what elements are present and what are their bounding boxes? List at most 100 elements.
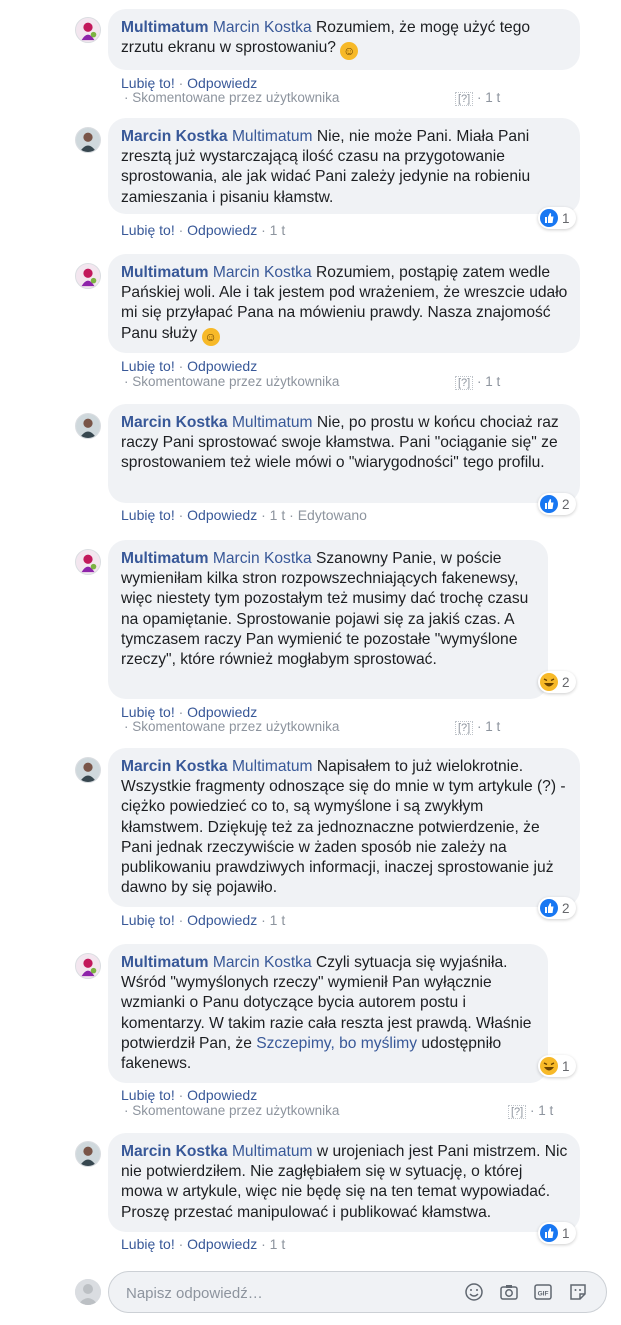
- help-qmark[interactable]: [?]: [455, 92, 474, 106]
- comment-mention[interactable]: Marcin Kostka: [213, 264, 312, 281]
- comment-time[interactable]: 1 t: [485, 374, 500, 389]
- avatar-marcin-kostka[interactable]: [75, 757, 101, 783]
- avatar-multimatum[interactable]: [75, 953, 101, 979]
- comment-actions: Lubię to! · Odpowiedz: [121, 704, 258, 720]
- comment-mention[interactable]: Multimatum: [232, 414, 313, 431]
- comment-mention[interactable]: Multimatum: [232, 1143, 313, 1160]
- reply-link[interactable]: Odpowiedz: [187, 704, 257, 720]
- like-link[interactable]: Lubię to!: [121, 75, 175, 91]
- commented-by-line: · Skomentowane przez użytkownika [?] · 1…: [124, 90, 501, 106]
- comment-time[interactable]: 1 t: [538, 1103, 553, 1118]
- comment-mention[interactable]: Multimatum: [232, 128, 313, 145]
- comment-actions: Lubię to! · Odpowiedz · 1 t: [121, 222, 286, 238]
- like-link[interactable]: Lubię to!: [121, 222, 175, 238]
- comment-bubble: Multimatum Marcin Kostka Czyli sytuacja …: [108, 944, 548, 1083]
- reaction-badge[interactable]: 2: [538, 897, 576, 919]
- avatar-multimatum[interactable]: [75, 549, 101, 575]
- comment-actions: Lubię to! · Odpowiedz · 1 t: [121, 1236, 286, 1252]
- help-qmark[interactable]: [?]: [455, 376, 474, 390]
- smiling-face-emoji-icon: ☺: [340, 42, 359, 61]
- like-reaction-icon: [540, 1224, 558, 1242]
- comment-author[interactable]: Multimatum: [121, 550, 209, 567]
- help-qmark[interactable]: [?]: [508, 1105, 527, 1119]
- reply-link[interactable]: Odpowiedz: [187, 507, 257, 523]
- commented-by-text[interactable]: · Skomentowane przez użytkownika: [124, 374, 339, 389]
- like-link[interactable]: Lubię to!: [121, 1236, 175, 1252]
- commented-by-text[interactable]: · Skomentowane przez użytkownika: [124, 90, 339, 105]
- comment-author[interactable]: Marcin Kostka: [121, 128, 228, 145]
- reply-link[interactable]: Odpowiedz: [187, 1236, 257, 1252]
- like-link[interactable]: Lubię to!: [121, 912, 175, 928]
- haha-reaction-icon: [540, 1057, 558, 1075]
- reaction-count: 1: [562, 210, 570, 226]
- emoji-icon[interactable]: [464, 1282, 484, 1302]
- like-link[interactable]: Lubię to!: [121, 1087, 175, 1103]
- reply-link[interactable]: Odpowiedz: [187, 222, 257, 238]
- avatar-multimatum[interactable]: [75, 263, 101, 289]
- like-link[interactable]: Lubię to!: [121, 507, 175, 523]
- reaction-count: 1: [562, 1058, 570, 1074]
- comment-bubble: Marcin Kostka Multimatum Napisałem to ju…: [108, 748, 580, 907]
- gif-icon[interactable]: GIF: [533, 1282, 553, 1302]
- help-qmark[interactable]: [?]: [455, 721, 474, 735]
- reaction-badge[interactable]: 2: [538, 671, 576, 693]
- comment-time[interactable]: 1 t: [270, 222, 286, 238]
- reply-link[interactable]: Odpowiedz: [187, 912, 257, 928]
- comment-bubble: Marcin Kostka Multimatum Nie, nie może P…: [108, 118, 580, 214]
- comment-mention[interactable]: Multimatum: [232, 758, 313, 775]
- edited-label[interactable]: Edytowano: [298, 507, 367, 523]
- comment-author[interactable]: Marcin Kostka: [121, 1143, 228, 1160]
- comment-author[interactable]: Multimatum: [121, 19, 209, 36]
- comment-actions: Lubię to! · Odpowiedz · 1 t: [121, 912, 286, 928]
- reaction-badge[interactable]: 1: [538, 1222, 576, 1244]
- comment-bubble: Multimatum Marcin Kostka Szanowny Panie,…: [108, 540, 548, 699]
- avatar-marcin-kostka[interactable]: [75, 127, 101, 153]
- comment-bubble: Marcin Kostka Multimatum w urojeniach je…: [108, 1133, 580, 1232]
- comment-text: Szanowny Panie, w poście wymieniłam kilk…: [121, 550, 529, 669]
- comment-author[interactable]: Multimatum: [121, 954, 209, 971]
- comment-actions: Lubię to! · Odpowiedz: [121, 75, 258, 91]
- commented-by-line: · Skomentowane przez użytkownika [?] · 1…: [124, 1103, 554, 1119]
- commented-by-text[interactable]: · Skomentowane przez użytkownika: [124, 1103, 339, 1118]
- like-reaction-icon: [540, 899, 558, 917]
- commented-by-text[interactable]: · Skomentowane przez użytkownika: [124, 719, 339, 734]
- like-link[interactable]: Lubię to!: [121, 358, 175, 374]
- like-reaction-icon: [540, 495, 558, 513]
- reply-link[interactable]: Odpowiedz: [187, 75, 257, 91]
- reply-link[interactable]: Odpowiedz: [187, 1087, 257, 1103]
- camera-icon[interactable]: [499, 1282, 519, 1302]
- comment-bubble: Multimatum Marcin Kostka Rozumiem, że mo…: [108, 9, 580, 70]
- like-link[interactable]: Lubię to!: [121, 704, 175, 720]
- comment-author[interactable]: Marcin Kostka: [121, 414, 228, 431]
- commented-by-line: · Skomentowane przez użytkownika [?] · 1…: [124, 719, 501, 735]
- reply-input[interactable]: [124, 1272, 448, 1314]
- reply-link[interactable]: Odpowiedz: [187, 358, 257, 374]
- comment-mention[interactable]: Marcin Kostka: [213, 954, 312, 971]
- reaction-badge[interactable]: 2: [538, 493, 576, 515]
- comment-actions: Lubię to! · Odpowiedz: [121, 1087, 258, 1103]
- like-reaction-icon: [540, 209, 558, 227]
- commented-by-line: · Skomentowane przez użytkownika [?] · 1…: [124, 374, 501, 390]
- avatar-marcin-kostka[interactable]: [75, 413, 101, 439]
- comment-author[interactable]: Marcin Kostka: [121, 758, 228, 775]
- comment-time[interactable]: 1 t: [270, 912, 286, 928]
- sticker-icon[interactable]: [568, 1282, 588, 1302]
- comment-mention[interactable]: Marcin Kostka: [213, 19, 312, 36]
- comment-author[interactable]: Multimatum: [121, 264, 209, 281]
- current-user-avatar: [75, 1279, 101, 1305]
- reaction-badge[interactable]: 1: [538, 207, 576, 229]
- haha-reaction-icon: [540, 673, 558, 691]
- page-link[interactable]: Szczepimy, bo myślimy: [256, 1035, 417, 1052]
- comment-time[interactable]: 1 t: [270, 1236, 286, 1252]
- reply-composer: GIF: [108, 1271, 607, 1314]
- comment-text: Napisałem to już wielokrotnie. Wszystkie…: [121, 758, 566, 897]
- reaction-count: 2: [562, 900, 570, 916]
- reaction-count: 2: [562, 674, 570, 690]
- comment-time[interactable]: 1 t: [485, 90, 500, 105]
- reaction-badge[interactable]: 1: [538, 1055, 576, 1077]
- comment-time[interactable]: 1 t: [270, 507, 286, 523]
- avatar-marcin-kostka[interactable]: [75, 1141, 101, 1167]
- comment-mention[interactable]: Marcin Kostka: [213, 550, 312, 567]
- avatar-multimatum[interactable]: [75, 17, 101, 43]
- comment-time[interactable]: 1 t: [485, 719, 500, 734]
